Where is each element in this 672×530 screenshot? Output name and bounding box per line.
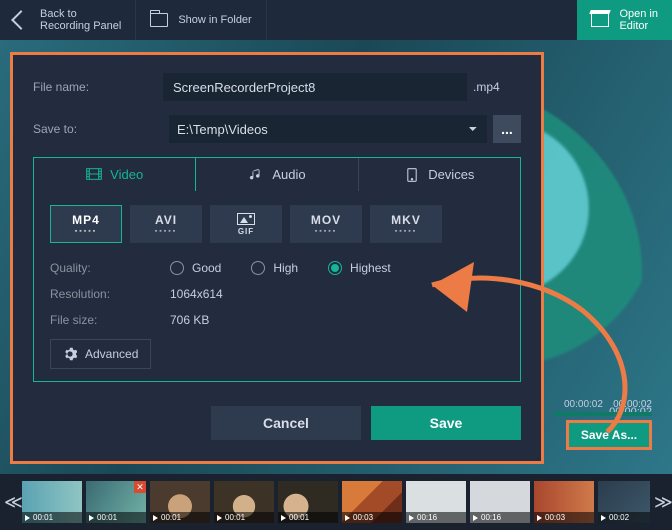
thumb-close-icon[interactable]: ✕ [134,481,146,493]
format-tabs: Video Audio Devices [33,157,521,191]
advanced-label: Advanced [85,347,138,361]
save-dialog: File name: .mp4 Save to: E:\Temp\Videos … [10,52,544,464]
folder-icon [150,13,168,27]
save-as-button[interactable]: Save As... [566,420,652,450]
quality-label: Quality: [50,261,170,275]
open-editor-l2: Editor [619,20,658,32]
save-button[interactable]: Save [371,406,521,440]
format-mov[interactable]: MOV▪▪▪▪▪ [290,205,362,243]
play-icon [409,515,414,521]
thumbnail-2[interactable]: 00:01 [150,481,210,523]
play-icon [217,515,222,521]
thumbnail-4[interactable]: 00:01 [278,481,338,523]
image-icon [237,213,255,225]
format-mp4[interactable]: MP4▪▪▪▪▪ [50,205,122,243]
saveto-label: Save to: [33,122,163,136]
play-icon [345,515,350,521]
quality-high[interactable]: High [251,261,298,275]
resolution-label: Resolution: [50,287,170,301]
thumbnail-8[interactable]: 00:03 [534,481,594,523]
thumbnail-6[interactable]: 00:16 [406,481,466,523]
back-button[interactable]: Back to Recording Panel [0,0,136,40]
thumbnails: 00:01✕00:0100:0100:0100:0100:0300:1600:1… [22,481,650,523]
tab-video-label: Video [110,167,143,182]
format-list: MP4▪▪▪▪▪ AVI▪▪▪▪▪ GIF MOV▪▪▪▪▪ MKV▪▪▪▪▪ [50,205,504,243]
tab-audio-label: Audio [272,167,305,182]
device-icon [404,168,420,182]
play-icon [601,515,606,521]
thumbnail-1[interactable]: ✕00:01 [86,481,146,523]
quality-highest[interactable]: Highest [328,261,391,275]
play-icon [25,515,30,521]
clapper-icon [591,13,609,27]
cancel-button[interactable]: Cancel [211,406,361,440]
filesize-value: 706 KB [170,313,209,327]
tab-video[interactable]: Video [33,157,196,191]
thumbnail-5[interactable]: 00:03 [342,481,402,523]
play-icon [281,515,286,521]
show-in-folder-label: Show in Folder [178,14,251,26]
tab-audio[interactable]: Audio [196,158,358,191]
filesize-label: File size: [50,313,170,327]
quality-radios: Good High Highest [170,261,391,275]
format-mkv[interactable]: MKV▪▪▪▪▪ [370,205,442,243]
topbar: Back to Recording Panel Show in Folder O… [0,0,672,40]
time-tick-start: 00:00:02 [564,399,603,410]
back-line1: Back to [40,8,121,20]
filename-input[interactable] [163,73,467,101]
play-icon [153,515,158,521]
saveto-select[interactable]: E:\Temp\Videos [169,115,487,143]
format-gif[interactable]: GIF [210,205,282,243]
play-icon [89,515,94,521]
advanced-button[interactable]: Advanced [50,339,151,369]
back-line2: Recording Panel [40,20,121,32]
thumbnail-strip: ≪ 00:01✕00:0100:0100:0100:0100:0300:1600… [0,474,672,530]
arrow-left-icon [11,10,31,30]
music-icon [248,168,264,182]
thumbnail-3[interactable]: 00:01 [214,481,274,523]
open-in-editor-button[interactable]: Open in Editor [577,0,672,40]
gear-icon [63,347,77,361]
thumbnail-9[interactable]: 00:02 [598,481,650,523]
browse-button[interactable]: ... [493,115,521,143]
tab-devices-label: Devices [428,167,474,182]
time-tick-end: 00:00:02 [613,399,652,410]
progress-bar[interactable] [554,412,652,416]
quality-good[interactable]: Good [170,261,221,275]
play-icon [537,515,542,521]
open-editor-l1: Open in [619,8,658,20]
format-avi[interactable]: AVI▪▪▪▪▪ [130,205,202,243]
filename-ext: .mp4 [473,80,521,94]
film-icon [86,167,102,181]
filename-label: File name: [33,80,163,94]
resolution-value: 1064x614 [170,287,223,301]
play-icon [473,515,478,521]
show-in-folder-button[interactable]: Show in Folder [136,0,266,40]
thumbnail-0[interactable]: 00:01 [22,481,82,523]
thumbnail-7[interactable]: 00:16 [470,481,530,523]
tab-devices[interactable]: Devices [359,158,520,191]
video-panel: MP4▪▪▪▪▪ AVI▪▪▪▪▪ GIF MOV▪▪▪▪▪ MKV▪▪▪▪▪ … [33,191,521,382]
strip-prev[interactable]: ≪ [4,492,18,513]
strip-next[interactable]: ≫ [654,492,668,513]
